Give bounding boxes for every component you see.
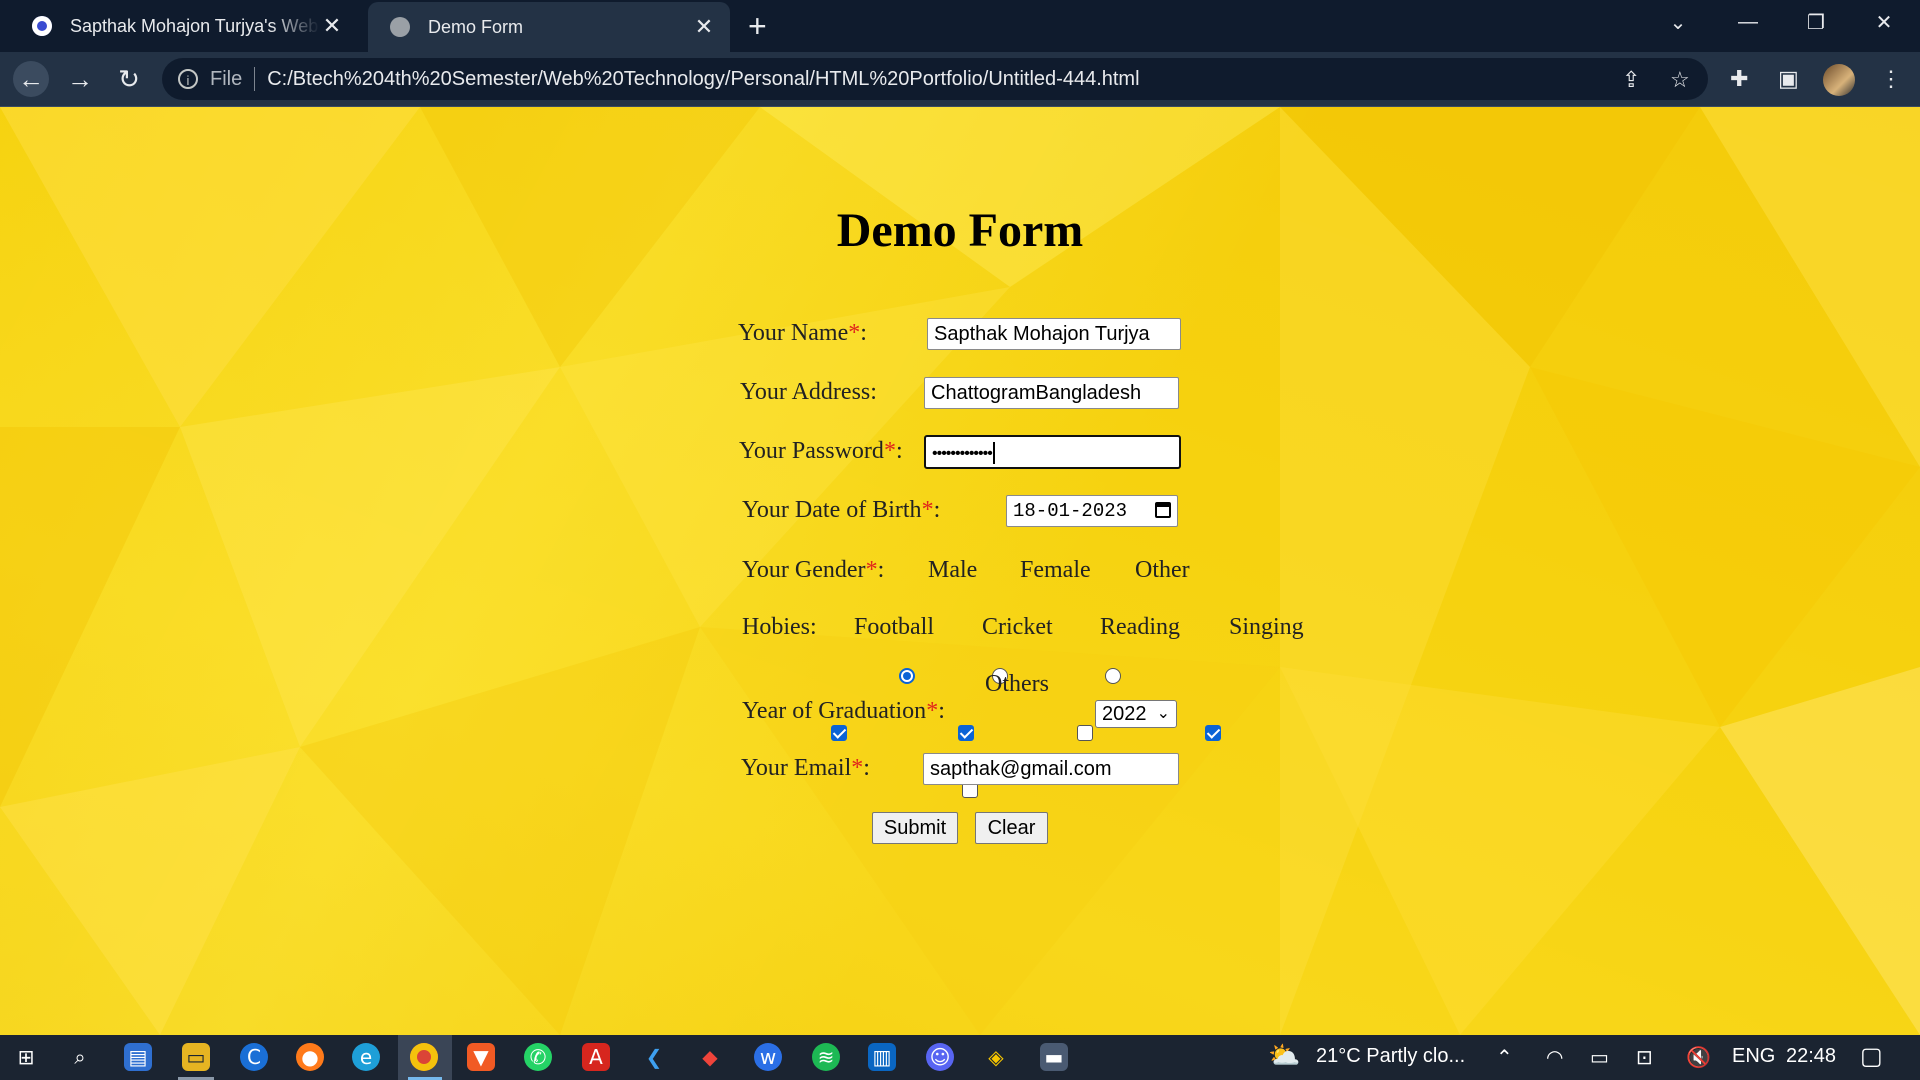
weather-text[interactable]: 21°C Partly clo... bbox=[1316, 1045, 1465, 1068]
profile-avatar[interactable] bbox=[1823, 64, 1855, 96]
portfolio-favicon-icon bbox=[32, 16, 52, 36]
trello-icon[interactable]: ▥ bbox=[868, 1043, 896, 1071]
minimize-icon[interactable]: — bbox=[1718, 0, 1778, 44]
forward-arrow-icon[interactable]: → bbox=[62, 61, 98, 97]
hobby-reading-checkbox[interactable] bbox=[1077, 725, 1093, 741]
file-scheme-label: File bbox=[210, 67, 243, 90]
address-input[interactable]: ChattogramBangladesh bbox=[924, 377, 1179, 409]
menu-icon[interactable]: ⋮ bbox=[1880, 66, 1902, 92]
browser-toolbar: ← → ↻ i File C:/Btech%204th%20Semester/W… bbox=[0, 52, 1920, 107]
clear-button[interactable]: Clear bbox=[975, 812, 1048, 844]
reload-icon[interactable]: ↻ bbox=[111, 61, 147, 97]
browser-tab-strip: Sapthak Mohajon Turjya's Webpage ✕ Demo … bbox=[0, 0, 1920, 52]
info-icon[interactable]: i bbox=[178, 69, 198, 89]
hobby-reading-label: Reading bbox=[1100, 614, 1180, 640]
hobby-football-label: Football bbox=[854, 614, 935, 640]
edge-icon[interactable]: e bbox=[352, 1043, 380, 1071]
wifi-icon[interactable]: ◠ bbox=[1546, 1045, 1563, 1070]
address-label: Your Address: bbox=[740, 379, 877, 405]
clock[interactable]: 22:48 bbox=[1786, 1045, 1836, 1068]
gender-label: Your Gender*: bbox=[742, 557, 885, 583]
tab-portfolio[interactable]: Sapthak Mohajon Turjya's Webpage ✕ bbox=[18, 0, 358, 52]
acrobat-icon[interactable]: A bbox=[582, 1043, 610, 1071]
close-tab-icon[interactable]: ✕ bbox=[692, 14, 716, 40]
language-indicator[interactable]: ENG bbox=[1732, 1045, 1775, 1068]
notification-icon[interactable]: ▢ bbox=[1860, 1042, 1883, 1071]
gender-other-radio[interactable] bbox=[1105, 668, 1121, 684]
submit-button[interactable]: Submit bbox=[872, 812, 958, 844]
url-text[interactable]: C:/Btech%204th%20Semester/Web%20Technolo… bbox=[267, 68, 1139, 91]
graduation-year-select[interactable]: 2022 ⌄ bbox=[1095, 700, 1177, 728]
email-label: Your Email*: bbox=[741, 755, 870, 781]
graduation-label: Year of Graduation*: bbox=[742, 698, 945, 724]
git-icon[interactable]: ◈ bbox=[982, 1043, 1010, 1071]
globe-icon bbox=[390, 17, 410, 37]
discord-icon[interactable]: ☺ bbox=[926, 1043, 954, 1071]
chrome-icon[interactable] bbox=[410, 1043, 438, 1071]
share-icon[interactable]: ⇪ bbox=[1622, 67, 1640, 93]
tab-title: Sapthak Mohajon Turjya's Webpage bbox=[70, 15, 320, 36]
hobby-others-label: Others bbox=[985, 671, 1049, 697]
search-icon[interactable]: ⌕ bbox=[66, 1043, 94, 1071]
spotify-icon[interactable]: ≋ bbox=[812, 1043, 840, 1071]
dob-date-input[interactable]: 18-01-2023 bbox=[1006, 495, 1178, 527]
restore-icon[interactable]: ❐ bbox=[1786, 0, 1846, 44]
hobby-football-checkbox[interactable] bbox=[831, 725, 847, 741]
email-input[interactable]: sapthak@gmail.com bbox=[923, 753, 1179, 785]
password-input[interactable]: ••••••••••••• bbox=[924, 435, 1181, 469]
new-tab-button[interactable]: + bbox=[748, 8, 767, 44]
name-label: Your Name*: bbox=[738, 320, 867, 346]
gender-other-label: Other bbox=[1135, 557, 1190, 583]
windows-start-icon[interactable]: ⊞ bbox=[12, 1043, 40, 1071]
chevron-down-icon: ⌄ bbox=[1156, 705, 1170, 722]
divider bbox=[254, 67, 256, 91]
brave-icon[interactable]: ▼ bbox=[467, 1043, 495, 1071]
windows-taskbar: ⊞ ⌕ ▤ ▭ C ● e ▼ ✆ A ❮ ◆ w ≋ ▥ ☺ ◈ ▬ ⛅ 21… bbox=[0, 1035, 1920, 1080]
tab-demo-form[interactable]: Demo Form ✕ bbox=[368, 2, 730, 52]
tab-title: Demo Form bbox=[428, 16, 524, 37]
name-input[interactable]: Sapthak Mohajon Turjya bbox=[927, 318, 1181, 350]
store-icon[interactable]: ▤ bbox=[124, 1043, 152, 1071]
side-panel-icon[interactable]: ▣ bbox=[1778, 66, 1799, 92]
gender-male-radio[interactable] bbox=[899, 668, 915, 684]
tab-search-chevron-icon[interactable]: ⌄ bbox=[1648, 0, 1708, 44]
dob-label: Your Date of Birth*: bbox=[742, 497, 941, 523]
screen-icon[interactable]: ⊡ bbox=[1636, 1045, 1653, 1070]
back-arrow-icon[interactable]: ← bbox=[13, 61, 49, 97]
hobbies-label: Hobies: bbox=[742, 614, 817, 640]
gender-male-label: Male bbox=[928, 557, 978, 583]
close-window-icon[interactable]: ✕ bbox=[1854, 0, 1914, 44]
battery-icon[interactable]: ▭ bbox=[1590, 1045, 1609, 1070]
demo-form: Demo Form Your Name*: Sapthak Mohajon Tu… bbox=[0, 107, 1920, 1035]
weather-icon[interactable]: ⛅ bbox=[1268, 1040, 1300, 1071]
show-hidden-icons-chevron[interactable]: ⌃ bbox=[1496, 1045, 1513, 1070]
calendar-icon[interactable] bbox=[1155, 502, 1171, 518]
close-tab-icon[interactable]: ✕ bbox=[320, 13, 344, 39]
ccleaner-icon[interactable]: C bbox=[240, 1043, 268, 1071]
hobby-singing-label: Singing bbox=[1229, 614, 1304, 640]
hobby-cricket-label: Cricket bbox=[982, 614, 1053, 640]
address-bar[interactable]: i File C:/Btech%204th%20Semester/Web%20T… bbox=[162, 58, 1708, 100]
hobby-cricket-checkbox[interactable] bbox=[958, 725, 974, 741]
extensions-icon[interactable]: ✚ bbox=[1730, 66, 1748, 92]
vscode-icon[interactable]: ❮ bbox=[640, 1043, 668, 1071]
volume-muted-icon[interactable]: 🔇 bbox=[1686, 1045, 1711, 1070]
firefox-icon[interactable]: ● bbox=[296, 1043, 324, 1071]
form-title: Demo Form bbox=[836, 204, 1084, 257]
gender-female-label: Female bbox=[1020, 557, 1091, 583]
wps-icon[interactable]: w bbox=[754, 1043, 782, 1071]
hobby-singing-checkbox[interactable] bbox=[1205, 725, 1221, 741]
file-explorer-icon[interactable]: ▭ bbox=[182, 1043, 210, 1071]
remote-desktop-icon[interactable]: ▬ bbox=[1040, 1043, 1068, 1071]
anydesk-icon[interactable]: ◆ bbox=[696, 1043, 724, 1071]
password-label: Your Password*: bbox=[739, 438, 903, 464]
star-icon[interactable]: ☆ bbox=[1670, 67, 1690, 93]
page-viewport: Demo Form Your Name*: Sapthak Mohajon Tu… bbox=[0, 107, 1920, 1035]
whatsapp-icon[interactable]: ✆ bbox=[524, 1043, 552, 1071]
